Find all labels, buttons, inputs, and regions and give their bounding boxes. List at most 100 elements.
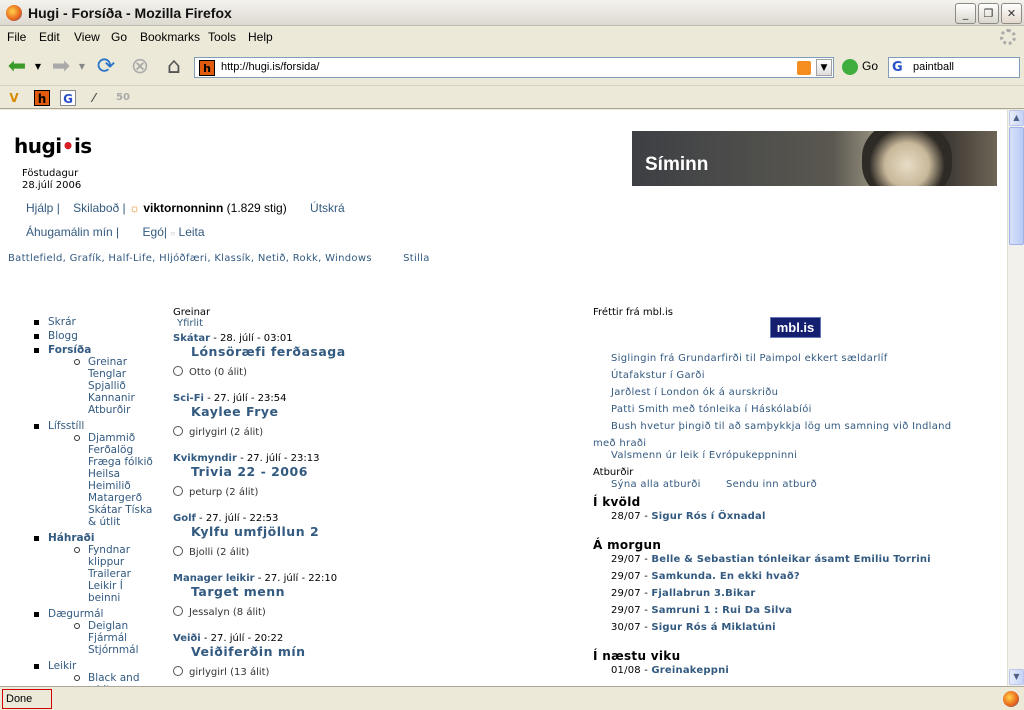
messages-link[interactable]: Skilaboð — [73, 201, 119, 215]
back-icon[interactable]: ⬅ — [4, 54, 30, 80]
bookmark-tool-icon[interactable]: ⁄ — [86, 90, 102, 106]
article-title[interactable]: Trivia 22 - 2006 — [191, 464, 319, 479]
scroll-down-icon[interactable]: ▼ — [1009, 669, 1024, 685]
article-comments[interactable]: (13 álit) — [230, 667, 269, 678]
search-box[interactable]: G paintball — [888, 57, 1020, 78]
nav-subitem[interactable]: Black and — [34, 672, 164, 684]
event-row[interactable]: 29/07 - Belle & Sebastian tónleikar ásam… — [611, 554, 931, 565]
article-category[interactable]: Veiði - 27. júlí - 20:22 — [173, 633, 306, 644]
event-row[interactable]: 29/07 - Samkunda. En ekki hvað? — [611, 571, 800, 582]
bookmark-google-icon[interactable]: G — [60, 90, 76, 106]
news-item[interactable]: Siglingin frá Grundarfirði til Paimpol e… — [611, 353, 888, 364]
my-interests-link[interactable]: Áhugamálin mín — [26, 225, 113, 239]
article-category[interactable]: Kvikmyndir - 27. júlí - 23:13 — [173, 453, 319, 464]
minimize-button[interactable]: _ — [955, 3, 976, 24]
url-bar[interactable]: h http://hugi.is/forsida/ ▼ — [194, 57, 834, 78]
article-author[interactable]: girlygirl — [189, 427, 227, 438]
nav-subitem[interactable]: Heilsa — [34, 468, 164, 480]
article-title[interactable]: Lónsöræfi ferðasaga — [191, 344, 346, 359]
nav-subitem[interactable]: Matargerð — [34, 492, 164, 504]
article-title[interactable]: Kylfu umfjöllun 2 — [191, 524, 319, 539]
nav-subitem[interactable]: Kannanir — [34, 392, 164, 404]
url-dropdown-icon[interactable]: ▼ — [816, 59, 832, 76]
logout-link[interactable]: Útskrá — [310, 201, 345, 215]
show-all-events-link[interactable]: Sýna alla atburði — [611, 479, 701, 490]
menu-file[interactable]: File — [7, 30, 26, 44]
nav-subitem[interactable]: Atburðir — [34, 404, 164, 416]
close-button[interactable]: ✕ — [1001, 3, 1022, 24]
news-item[interactable]: Bush hvetur þingið til að samþykkja lög … — [611, 421, 951, 432]
news-item[interactable]: Patti Smith með tónleika í Háskólabíói — [611, 404, 812, 415]
interests-settings-link[interactable]: Stilla — [403, 253, 430, 264]
event-row[interactable]: 30/07 - Sigur Rós á Miklatúni — [611, 622, 776, 633]
article-comments[interactable]: (8 álit) — [233, 607, 266, 618]
nav-category[interactable]: Skrár — [34, 316, 164, 328]
nav-subitem[interactable]: Fræga fólkið — [34, 456, 164, 468]
nav-category[interactable]: Blogg — [34, 330, 164, 342]
back-dropdown-icon[interactable]: ▼ — [32, 54, 44, 80]
article-comments[interactable]: (2 álit) — [216, 547, 249, 558]
menu-go[interactable]: Go — [111, 30, 127, 44]
go-button[interactable]: Go — [842, 59, 878, 75]
stop-icon[interactable]: ⊗ — [127, 54, 153, 80]
event-row[interactable]: 29/07 - Fjallabrun 3.Bikar — [611, 588, 756, 599]
mbl-logo[interactable]: mbl.is — [770, 317, 821, 338]
news-item[interactable]: Valsmenn úr leik í Evrópukeppninni — [611, 450, 797, 461]
nav-subitem[interactable]: Fjármál — [34, 632, 164, 644]
interests-list[interactable]: Battlefield, Grafík, Half-Life, Hljóðfær… — [8, 253, 372, 264]
nav-subitem[interactable]: Heimilið — [34, 480, 164, 492]
articles-overview-link[interactable]: Yfirlit — [177, 318, 573, 329]
news-item[interactable]: Jarðlest í London ók á aurskriðu — [611, 387, 778, 398]
google-icon[interactable]: G — [892, 60, 903, 75]
article-comments[interactable]: (2 álit) — [230, 427, 263, 438]
forward-dropdown-icon[interactable]: ▼ — [76, 54, 88, 80]
menu-help[interactable]: Help — [248, 30, 273, 44]
nav-subitem[interactable]: Djammið — [34, 432, 164, 444]
article-category[interactable]: Golf - 27. júlí - 22:53 — [173, 513, 319, 524]
search-text[interactable]: paintball — [913, 61, 954, 73]
article-author[interactable]: Otto — [189, 367, 211, 378]
help-link[interactable]: Hjálp — [26, 201, 53, 215]
article-author[interactable]: Jessalyn — [189, 607, 230, 618]
nav-subitem[interactable]: Stjórnmál — [34, 644, 164, 656]
bookmark-v-icon[interactable]: V — [6, 90, 22, 106]
reload-icon[interactable]: ⟳ — [93, 54, 119, 80]
nav-subitem[interactable]: klippur — [34, 556, 164, 568]
forward-icon[interactable]: ➡ — [48, 54, 74, 80]
menu-edit[interactable]: Edit — [39, 30, 60, 44]
hugi-logo[interactable]: hugi•is — [14, 134, 92, 158]
url-text[interactable]: http://hugi.is/forsida/ — [221, 61, 319, 73]
vertical-scrollbar[interactable]: ▲ ▼ — [1007, 110, 1024, 686]
scroll-thumb[interactable] — [1009, 127, 1024, 245]
nav-category[interactable]: Dægurmál — [34, 608, 164, 620]
bookmark-count[interactable]: 50 — [112, 90, 134, 106]
article-category[interactable]: Manager leikir - 27. júlí - 22:10 — [173, 573, 337, 584]
article-title[interactable]: Kaylee Frye — [191, 404, 286, 419]
news-item[interactable]: Útafakstur í Garði — [611, 370, 705, 381]
article-author[interactable]: peturp — [189, 487, 222, 498]
nav-subitem[interactable]: Skátar Tíska — [34, 504, 164, 516]
username-link[interactable]: viktornonninn — [143, 201, 223, 215]
menu-tools[interactable]: Tools — [208, 30, 236, 44]
ego-link[interactable]: Egó — [143, 225, 164, 239]
menu-bookmarks[interactable]: Bookmarks — [140, 30, 200, 44]
nav-subitem[interactable]: Tenglar — [34, 368, 164, 380]
article-title[interactable]: Target menn — [191, 584, 337, 599]
article-category[interactable]: Sci-Fi - 27. júlí - 23:54 — [173, 393, 286, 404]
article-author[interactable]: girlygirl — [189, 667, 227, 678]
scroll-up-icon[interactable]: ▲ — [1009, 110, 1024, 126]
event-row[interactable]: 01/08 - Greinakeppni — [611, 665, 729, 676]
article-category[interactable]: Skátar - 28. júlí - 03:01 — [173, 333, 346, 344]
bookmark-hugi-icon[interactable]: h — [34, 90, 50, 106]
nav-subitem[interactable]: Greinar — [34, 356, 164, 368]
nav-subitem[interactable]: beinni — [34, 592, 164, 604]
rss-icon[interactable] — [797, 61, 811, 75]
event-row[interactable]: 29/07 - Samruni 1 : Rui Da Silva — [611, 605, 792, 616]
simi-banner[interactable]: Síminn — [632, 131, 997, 186]
article-author[interactable]: Bjolli — [189, 547, 213, 558]
nav-subitem[interactable]: Spjallið — [34, 380, 164, 392]
search-link[interactable]: Leita — [179, 225, 205, 239]
menu-view[interactable]: View — [74, 30, 100, 44]
nav-category[interactable]: Lífsstíll — [34, 420, 164, 432]
nav-subitem[interactable]: Fyndnar — [34, 544, 164, 556]
